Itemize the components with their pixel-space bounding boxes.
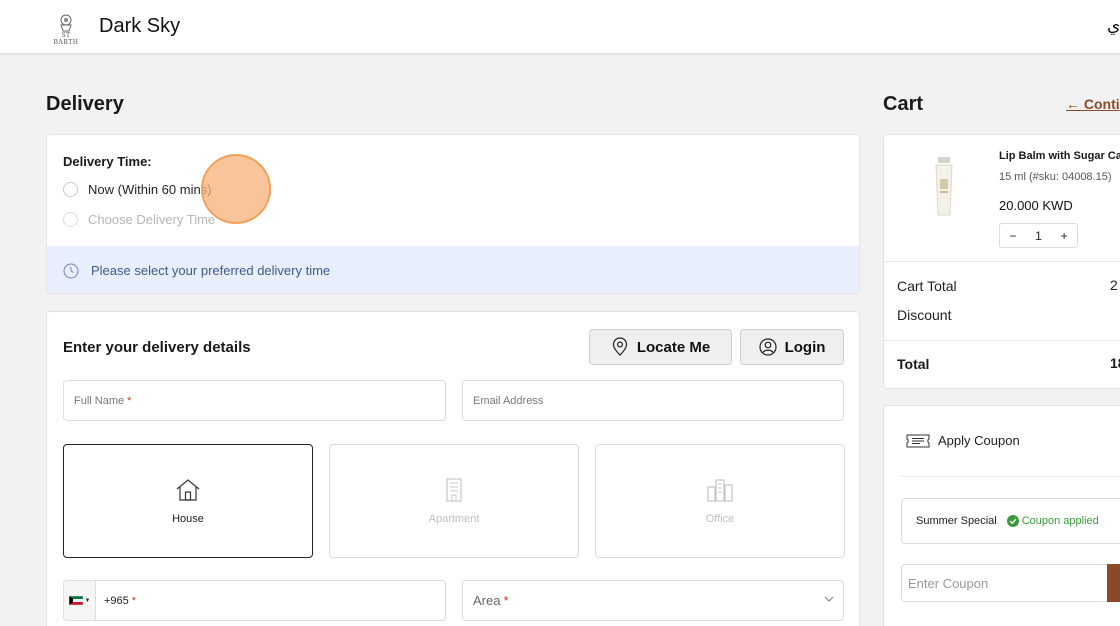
continue-shopping-link[interactable]: ← Conti (1066, 96, 1120, 112)
apply-coupon-label: Apply Coupon (938, 433, 1020, 448)
language-toggle[interactable]: ي (1107, 16, 1120, 36)
click-indicator (201, 154, 271, 224)
full-name-placeholder: Full Name (74, 394, 125, 407)
brand-name[interactable]: Dark Sky (99, 15, 180, 38)
delivery-heading: Delivery (46, 93, 124, 115)
total-label: Total (897, 356, 930, 372)
clock-icon (63, 263, 79, 278)
applied-coupon-chip[interactable]: Summer Special Coupon applied (901, 498, 1120, 544)
email-input[interactable]: Email Address (462, 380, 844, 421)
login-button[interactable]: Login (740, 329, 844, 365)
coupon-input[interactable]: Enter Coupon (901, 564, 1109, 602)
chevron-down-icon (824, 596, 834, 602)
country-code-select[interactable]: ▼ (64, 581, 96, 620)
check-circle-icon (1006, 515, 1019, 527)
info-message: Please select your preferred delivery ti… (91, 263, 331, 278)
product-price: 20.000 KWD (999, 198, 1073, 213)
delivery-details-card: Enter your delivery details Locate Me Lo… (46, 311, 860, 626)
required-mark: * (503, 593, 509, 608)
logo-text: ST BARTH (53, 32, 79, 46)
required-mark: * (131, 594, 137, 607)
coupon-name: Summer Special (916, 515, 997, 527)
divider (901, 476, 1120, 477)
coupon-ticket-icon (906, 434, 930, 447)
cart-heading: Cart (883, 93, 924, 115)
property-type-label: House (172, 513, 204, 525)
property-type-apartment[interactable]: Apartment (329, 444, 579, 558)
house-icon (176, 479, 200, 501)
discount-label: Discount (897, 307, 952, 323)
delivery-option-schedule[interactable]: Choose Delivery Time (63, 212, 215, 227)
cart-card: Lip Balm with Sugar Ca 15 ml (#sku: 0400… (883, 134, 1120, 389)
cart-total-value: 2 (1110, 277, 1118, 293)
increment-button[interactable]: + (1061, 229, 1068, 243)
area-placeholder: Area (473, 593, 501, 608)
apply-coupon-button[interactable] (1107, 564, 1120, 602)
product-sku: 15 ml (#sku: 04008.15) (999, 171, 1112, 183)
coupon-status-text: Coupon applied (1021, 515, 1099, 527)
coupon-card: Apply Coupon Summer Special Coupon appli… (883, 405, 1120, 626)
property-type-label: Office (705, 513, 735, 525)
radio-button[interactable] (63, 212, 78, 227)
quantity-stepper: − 1 + (999, 223, 1078, 248)
property-type-house[interactable]: House (63, 444, 313, 558)
delivery-option-label: Choose Delivery Time (88, 212, 216, 227)
total-value: 18 (1110, 355, 1120, 371)
apply-coupon-toggle[interactable]: Apply Coupon (906, 433, 1020, 448)
locate-me-label: Locate Me (636, 338, 711, 356)
property-type-office[interactable]: Office (595, 444, 845, 558)
delivery-option-label: Now (Within 60 mins) (88, 182, 212, 197)
radio-button[interactable] (63, 182, 78, 197)
property-type-label: Apartment (428, 513, 480, 525)
area-select[interactable]: Area * (462, 580, 844, 621)
top-bar: ST BARTH Dark Sky ي (0, 0, 1120, 54)
full-name-input[interactable]: Full Name * (63, 380, 446, 421)
delivery-option-now[interactable]: Now (Within 60 mins) (63, 182, 212, 197)
email-placeholder: Email Address (473, 394, 544, 407)
user-icon (758, 338, 777, 356)
required-mark: * (127, 394, 132, 407)
coupon-applied-status: Coupon applied (1006, 515, 1099, 527)
login-label: Login (784, 338, 826, 356)
apartment-icon (446, 478, 462, 502)
phone-input[interactable]: ▼ +965 * (63, 580, 446, 621)
kuwait-flag-icon (68, 596, 83, 605)
delivery-time-card: Delivery Time: Now (Within 60 mins) Choo… (46, 134, 860, 294)
product-image[interactable] (932, 157, 956, 219)
locate-me-button[interactable]: Locate Me (589, 329, 732, 365)
decrement-button[interactable]: − (1009, 229, 1016, 243)
quantity-value: 1 (1035, 228, 1042, 243)
cart-total-label: Cart Total (897, 278, 957, 294)
divider (884, 261, 1120, 262)
delivery-time-label: Delivery Time: (63, 154, 152, 169)
delivery-info-banner: Please select your preferred delivery ti… (47, 246, 859, 293)
divider (884, 340, 1120, 341)
office-building-icon (707, 479, 733, 502)
brand-logo[interactable]: ST BARTH (48, 14, 84, 46)
caret-down-icon: ▼ (84, 597, 91, 604)
coupon-input-placeholder: Enter Coupon (908, 575, 989, 591)
location-pin-icon (612, 337, 627, 356)
crest-icon (60, 14, 72, 32)
phone-code: +965 (104, 594, 129, 607)
details-title: Enter your delivery details (63, 339, 251, 356)
product-name[interactable]: Lip Balm with Sugar Ca (999, 150, 1120, 162)
